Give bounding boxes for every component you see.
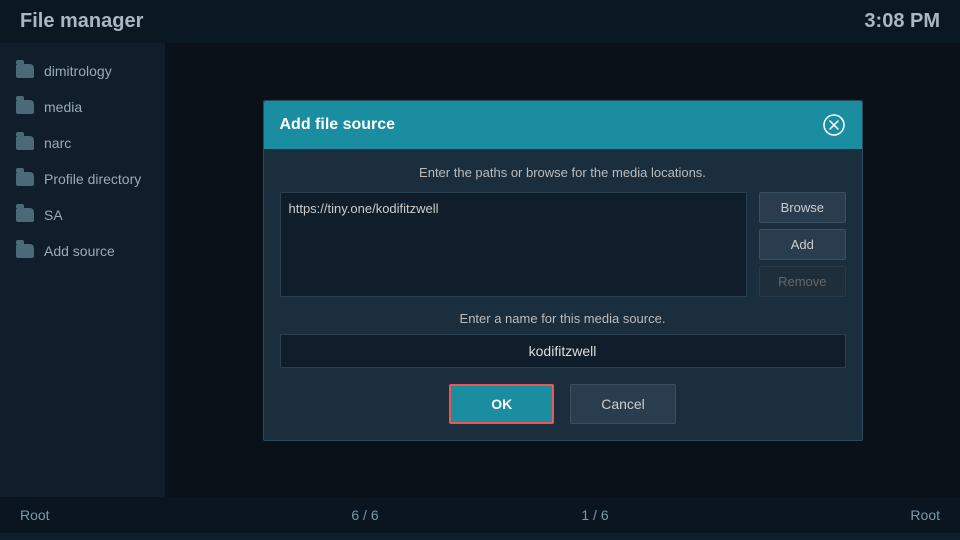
browse-button[interactable]: Browse <box>759 192 845 223</box>
paths-instruction: Enter the paths or browse for the media … <box>280 165 846 180</box>
add-button[interactable]: Add <box>759 229 845 260</box>
footer-center-left: 6 / 6 <box>250 507 480 523</box>
sidebar-item-media[interactable]: media <box>0 89 165 125</box>
sidebar-item-label: Profile directory <box>44 171 141 187</box>
kodi-logo-icon <box>822 113 846 137</box>
name-input[interactable] <box>280 334 846 368</box>
paths-row: https://tiny.one/kodifitzwell Browse Add… <box>280 192 846 297</box>
content-area: Add file source Enter the paths or brows… <box>165 43 960 497</box>
paths-list[interactable]: https://tiny.one/kodifitzwell <box>280 192 748 297</box>
footer-center-right: 1 / 6 <box>480 507 710 523</box>
paths-buttons: Browse Add Remove <box>759 192 845 297</box>
dialog-title: Add file source <box>280 116 396 134</box>
dialog-actions: OK Cancel <box>280 384 846 424</box>
main-area: dimitrology media narc Profile directory… <box>0 43 960 497</box>
sidebar-item-label: narc <box>44 135 71 151</box>
header: File manager 3:08 PM <box>0 0 960 43</box>
sidebar-item-profile-directory[interactable]: Profile directory <box>0 161 165 197</box>
folder-icon <box>16 244 34 258</box>
folder-icon <box>16 172 34 186</box>
name-instruction: Enter a name for this media source. <box>280 311 846 326</box>
sidebar-item-label: SA <box>44 207 63 223</box>
dialog-overlay: Add file source Enter the paths or brows… <box>165 43 960 497</box>
sidebar-item-dimitrology[interactable]: dimitrology <box>0 53 165 89</box>
sidebar-item-sa[interactable]: SA <box>0 197 165 233</box>
ok-button[interactable]: OK <box>449 384 554 424</box>
remove-button[interactable]: Remove <box>759 266 845 297</box>
sidebar-item-label: Add source <box>44 243 115 259</box>
dialog-header: Add file source <box>264 101 862 149</box>
folder-icon <box>16 208 34 222</box>
dialog-body: Enter the paths or browse for the media … <box>264 149 862 440</box>
add-file-source-dialog: Add file source Enter the paths or brows… <box>263 100 863 441</box>
sidebar-item-label: dimitrology <box>44 63 112 79</box>
path-entry: https://tiny.one/kodifitzwell <box>289 201 439 216</box>
sidebar: dimitrology media narc Profile directory… <box>0 43 165 497</box>
folder-icon <box>16 100 34 114</box>
sidebar-item-add-source[interactable]: Add source <box>0 233 165 269</box>
folder-icon <box>16 136 34 150</box>
sidebar-item-label: media <box>44 99 82 115</box>
sidebar-item-narc[interactable]: narc <box>0 125 165 161</box>
folder-icon <box>16 64 34 78</box>
footer: Root 6 / 6 1 / 6 Root <box>0 497 960 533</box>
footer-left: Root <box>20 507 250 523</box>
clock: 3:08 PM <box>864 10 940 33</box>
footer-right: Root <box>710 507 940 523</box>
app-title: File manager <box>20 10 143 33</box>
cancel-button[interactable]: Cancel <box>570 384 676 424</box>
